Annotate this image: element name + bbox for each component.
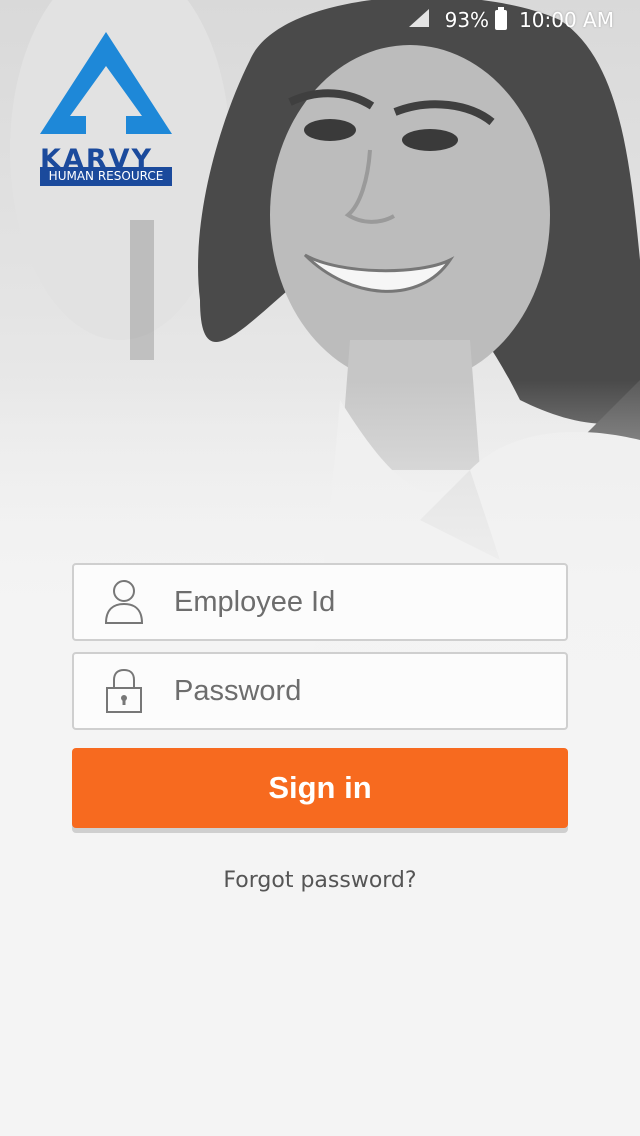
battery-icon (495, 7, 508, 30)
sign-in-button[interactable]: Sign in (72, 748, 568, 828)
employee-id-input[interactable] (174, 585, 544, 619)
password-input[interactable] (174, 674, 544, 708)
employee-id-field[interactable] (72, 563, 568, 641)
logo-subtitle: HUMAN RESOURCE (40, 167, 172, 186)
signal-icon (408, 8, 429, 32)
user-icon (74, 579, 174, 625)
password-field[interactable] (72, 652, 568, 730)
battery-percent: 93% (444, 8, 490, 32)
forgot-password-link[interactable]: Forgot password? (0, 868, 640, 893)
clock-time: 10:00 AM (519, 8, 614, 32)
karvy-logo: KARVY HUMAN RESOURCE (38, 32, 174, 187)
lock-icon (74, 668, 174, 714)
logo-triangle-icon (40, 32, 172, 134)
